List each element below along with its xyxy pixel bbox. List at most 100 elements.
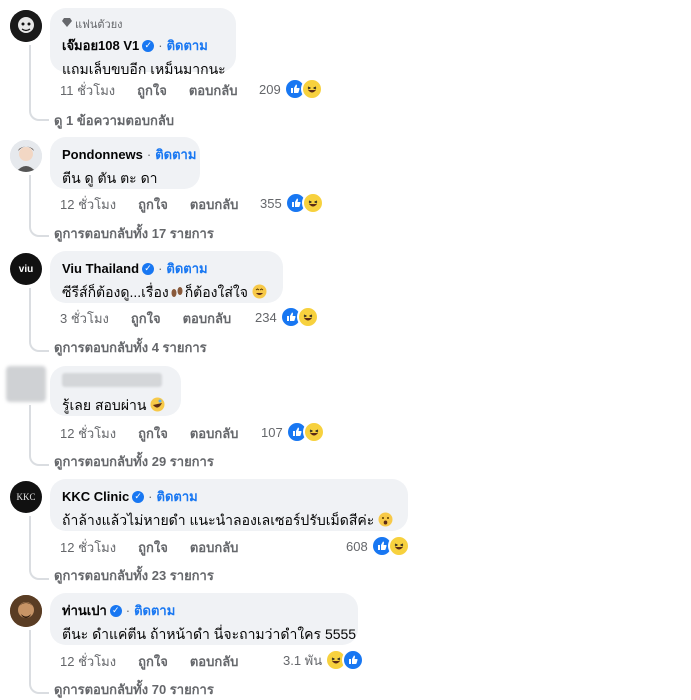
avatar[interactable] <box>10 140 42 172</box>
comment-text: ซีรีส์ก็ต้องดู...เรื่อง ก็ต้องใส่ใจ <box>62 282 271 304</box>
follow-button[interactable]: ติดตาม <box>155 144 196 165</box>
thread-line <box>29 516 31 566</box>
comment-actions: 12 ชั่วโมง ถูกใจ ตอบกลับ <box>60 537 238 558</box>
author-name[interactable]: Pondonnews <box>62 147 143 162</box>
comment-text: แถมเล็บขบอีก เหม็นมากนะ <box>62 61 226 77</box>
author-name[interactable]: Viu Thailand <box>62 261 139 276</box>
view-replies-link[interactable]: ดูการตอบกลับทั้ง 23 รายการ <box>54 565 214 586</box>
timestamp[interactable]: 3 ชั่วโมง <box>60 308 109 329</box>
reply-button[interactable]: ตอบกลับ <box>190 194 239 215</box>
follow-button[interactable]: ติดตาม <box>134 600 175 621</box>
haha-reaction-icon <box>387 535 410 557</box>
avatar[interactable] <box>10 10 42 42</box>
reaction-summary[interactable]: 608 <box>346 535 410 557</box>
like-reaction-icon <box>342 649 365 671</box>
reaction-summary[interactable]: 234 <box>255 306 319 328</box>
separator-dot: · <box>158 38 163 53</box>
comment-actions: 12 ชั่วโมง ถูกใจ ตอบกลับ <box>60 423 238 444</box>
comment-bubble: แฟนตัวยง เจ๊มอย108 V1 ✓ · ติดตาม แถมเล็บ… <box>50 8 236 77</box>
separator-dot: · <box>146 147 152 162</box>
reaction-summary[interactable]: 107 <box>261 421 325 443</box>
comment-text: รู้เลย สอบผ่าน <box>62 395 169 417</box>
verified-badge-icon: ✓ <box>142 262 155 275</box>
reply-button[interactable]: ตอบกลับ <box>190 423 239 444</box>
comment-text: ถ้าล้างแล้วไม่หายดำ แนะนำลองเลเซอร์ปรับเ… <box>62 510 396 532</box>
comment-text: ตีนะ ดำแค่ตีน ถ้าหน้าดำ นี่จะถามว่าดำใคร… <box>62 626 357 642</box>
view-replies-link[interactable]: ดูการตอบกลับทั้ง 29 รายการ <box>54 451 214 472</box>
view-replies-link[interactable]: ดู 1 ข้อความตอบกลับ <box>54 110 174 131</box>
footprints-emoji-icon <box>169 285 185 302</box>
reaction-count: 608 <box>346 538 368 554</box>
separator-dot: · <box>125 603 131 618</box>
avatar[interactable] <box>6 366 46 402</box>
avatar[interactable]: viu <box>10 253 42 285</box>
view-replies-link[interactable]: ดูการตอบกลับทั้ง 4 รายการ <box>54 337 207 358</box>
comment-bubble: KKC Clinic ✓ · ติดตาม ถ้าล้างแล้วไม่หายด… <box>50 479 408 531</box>
like-button[interactable]: ถูกใจ <box>137 80 167 101</box>
reply-button[interactable]: ตอบกลับ <box>183 308 232 329</box>
comment-bubble: Viu Thailand ✓ · ติดตาม ซีรีส์ก็ต้องดู..… <box>50 251 283 303</box>
avatar[interactable] <box>10 595 42 627</box>
comment-bubble: ท่านเปา ✓ · ติดตาม ตีนะ ดำแค่ตีน ถ้าหน้า… <box>50 593 358 645</box>
blurred-author-name <box>62 373 162 387</box>
like-button[interactable]: ถูกใจ <box>138 194 168 215</box>
thread-line <box>29 45 31 107</box>
reaction-summary[interactable]: 3.1 พัน <box>283 649 365 671</box>
timestamp[interactable]: 12 ชั่วโมง <box>60 423 116 444</box>
comment-text: ตีน ดู ตัน ตะ ดา <box>62 170 158 186</box>
follow-button[interactable]: ติดตาม <box>167 35 208 56</box>
reply-button[interactable]: ตอบกลับ <box>190 537 239 558</box>
reply-connector <box>29 107 49 121</box>
comment-bubble: Pondonnews · ติดตาม ตีน ดู ตัน ตะ ดา <box>50 137 200 189</box>
like-button[interactable]: ถูกใจ <box>138 537 168 558</box>
view-replies-link[interactable]: ดูการตอบกลับทั้ง 70 รายการ <box>54 679 214 700</box>
verified-badge-icon: ✓ <box>109 604 122 617</box>
comment-actions: 12 ชั่วโมง ถูกใจ ตอบกลับ <box>60 194 238 215</box>
thread-line <box>29 630 31 680</box>
viu-logo: viu <box>18 263 34 275</box>
reply-button[interactable]: ตอบกลับ <box>190 651 239 672</box>
kkc-logo: KKC <box>16 492 36 502</box>
comment-bubble: รู้เลย สอบผ่าน <box>50 366 181 416</box>
fan-badge: แฟนตัวยง <box>62 15 224 33</box>
reaction-count: 355 <box>260 195 282 211</box>
reply-connector <box>29 452 49 466</box>
reply-connector <box>29 566 49 580</box>
author-name[interactable]: ท่านเปา <box>62 600 107 621</box>
like-button[interactable]: ถูกใจ <box>131 308 161 329</box>
reply-connector <box>29 680 49 694</box>
comment-text-part: ถ้าล้างแล้วไม่หายดำ แนะนำลองเลเซอร์ปรับเ… <box>62 512 375 528</box>
reply-button[interactable]: ตอบกลับ <box>189 80 238 101</box>
verified-badge-icon: ✓ <box>132 490 145 503</box>
reaction-summary[interactable]: 209 <box>259 78 323 100</box>
author-name[interactable]: KKC Clinic <box>62 489 129 504</box>
avatar[interactable]: KKC <box>10 481 42 513</box>
author-name[interactable]: เจ๊มอย108 V1 <box>62 35 139 56</box>
reaction-count: 209 <box>259 81 281 97</box>
reply-connector <box>29 223 49 237</box>
haha-reaction-icon <box>296 306 319 328</box>
surprised-emoji-icon <box>378 512 393 530</box>
timestamp[interactable]: 12 ชั่วโมง <box>60 651 116 672</box>
comment-text-part: รู้เลย สอบผ่าน <box>62 397 147 413</box>
reaction-count: 107 <box>261 424 283 440</box>
like-button[interactable]: ถูกใจ <box>138 651 168 672</box>
follow-button[interactable]: ติดตาม <box>157 486 198 507</box>
timestamp[interactable]: 12 ชั่วโมง <box>60 194 116 215</box>
timestamp[interactable]: 12 ชั่วโมง <box>60 537 116 558</box>
comment-actions: 11 ชั่วโมง ถูกใจ ตอบกลับ <box>60 80 237 101</box>
follow-button[interactable]: ติดตาม <box>166 258 207 279</box>
thread-line <box>29 288 31 338</box>
reaction-count: 234 <box>255 309 277 325</box>
haha-reaction-icon <box>301 192 324 214</box>
thread-line <box>29 405 31 452</box>
view-replies-link[interactable]: ดูการตอบกลับทั้ง 17 รายการ <box>54 223 214 244</box>
haha-reaction-icon <box>302 421 325 443</box>
comment-actions: 12 ชั่วโมง ถูกใจ ตอบกลับ <box>60 651 238 672</box>
reaction-summary[interactable]: 355 <box>260 192 324 214</box>
timestamp[interactable]: 11 ชั่วโมง <box>60 80 115 101</box>
haha-reaction-icon <box>300 78 323 100</box>
separator-dot: · <box>158 261 163 276</box>
thread-line <box>29 175 31 223</box>
like-button[interactable]: ถูกใจ <box>138 423 168 444</box>
